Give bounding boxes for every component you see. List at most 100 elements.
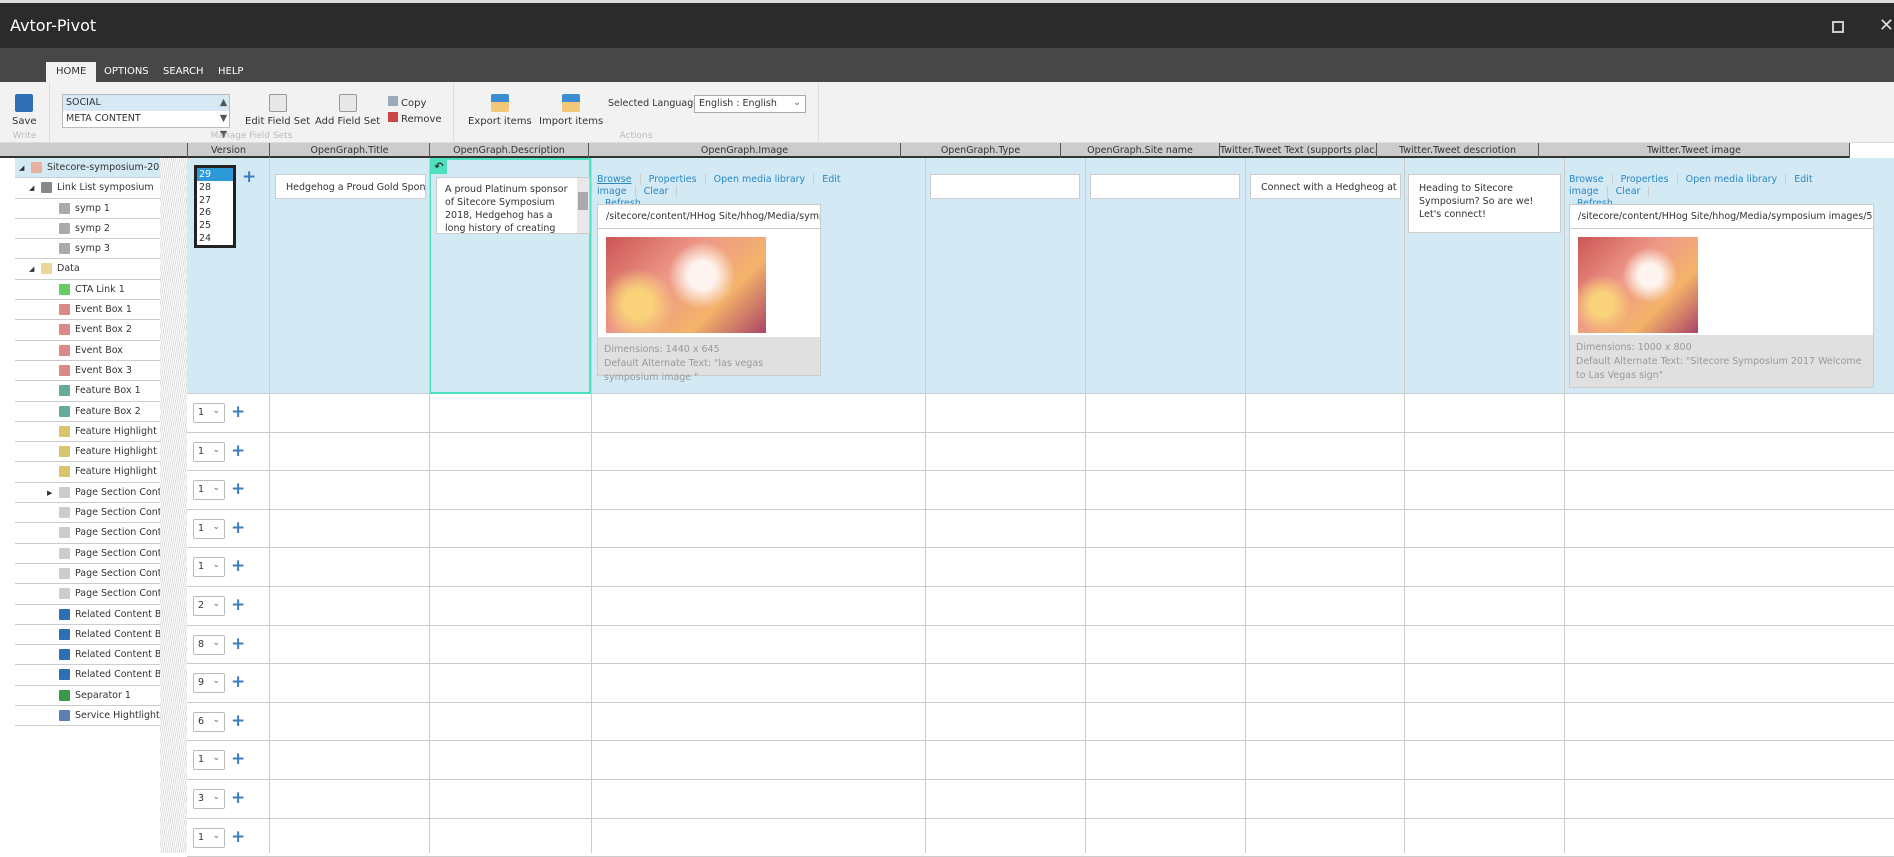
tree-item[interactable]: symp 1 — [15, 198, 160, 219]
version-option[interactable]: 27 — [197, 194, 233, 207]
collapse-arrow-icon[interactable]: ◢ — [29, 178, 34, 197]
field-set-item[interactable]: SOCIAL — [63, 95, 229, 111]
table-row[interactable]: 8 ⌄ + — [187, 626, 1894, 665]
table-row[interactable]: 1 ⌄ + — [187, 819, 1894, 857]
column-header-version[interactable]: Version — [187, 143, 269, 158]
version-option[interactable]: 28 — [197, 181, 233, 194]
table-row[interactable]: 1 ⌄ + — [187, 433, 1894, 472]
og-image-path[interactable]: /sitecore/content/HHog Site/hhog/Media/s… — [598, 205, 820, 229]
expand-arrow-icon[interactable]: ▶ — [47, 483, 52, 502]
tree-item[interactable]: Page Section Container — [15, 563, 160, 585]
version-select[interactable]: 8 ⌄ — [193, 634, 225, 655]
tree-item[interactable]: ▶ Page Section Container — [15, 482, 160, 504]
tree-item[interactable]: symp 2 — [15, 218, 160, 240]
open-media-library-link[interactable]: Open media library — [713, 174, 815, 185]
tree-item[interactable]: Event Box 3 — [15, 360, 160, 382]
tree-item[interactable]: Page Section Container — [15, 523, 160, 544]
edit-field-set-button[interactable]: Edit Field Set — [245, 94, 310, 127]
table-row[interactable]: 1 ⌄ + — [187, 471, 1894, 510]
clear-link[interactable]: Clear — [1615, 186, 1650, 197]
scrollbar[interactable] — [577, 178, 589, 233]
version-select[interactable]: 1 ⌄ — [193, 403, 225, 423]
add-version-icon[interactable]: + — [231, 404, 245, 421]
add-version-icon[interactable]: + — [231, 558, 245, 575]
tree-item[interactable]: Separator 1 — [15, 685, 160, 707]
tree-item[interactable]: ◢ Data — [15, 259, 160, 280]
version-select[interactable]: 9 ⌄ — [193, 673, 225, 694]
tweet-image-thumbnail[interactable] — [1578, 237, 1698, 333]
column-header-og-description[interactable]: OpenGraph.Description — [429, 143, 588, 158]
table-row[interactable]: 9 ⌄ + — [187, 664, 1894, 703]
column-header-tweet-description[interactable]: Twitter.Tweet descriotion — [1376, 143, 1538, 158]
column-header-tweet-text[interactable]: Twitter.Tweet Text (supports plac... — [1219, 143, 1376, 158]
tree-item[interactable]: Feature Highlight Box — [15, 462, 160, 483]
column-header-og-site-name[interactable]: OpenGraph.Site name — [1060, 143, 1219, 158]
copy-button[interactable]: Copy — [388, 96, 426, 109]
table-row[interactable]: 1 ⌄ + — [187, 741, 1894, 780]
collapse-arrow-icon[interactable]: ◢ — [29, 259, 34, 278]
tree-item[interactable]: Feature Highlight Box — [15, 421, 160, 443]
tree-item[interactable]: CTA Link 1 — [15, 279, 160, 301]
og-type-field[interactable] — [930, 174, 1080, 199]
properties-link[interactable]: Properties — [1620, 174, 1678, 185]
undo-icon[interactable]: ↶ — [431, 160, 447, 174]
add-version-icon[interactable]: + — [231, 597, 245, 614]
tree-item[interactable]: Event Box 2 — [15, 320, 160, 341]
tweet-description-field[interactable]: Heading to Sitecore Symposium? So are we… — [1408, 174, 1561, 233]
table-row[interactable]: 1 ⌄ + — [187, 510, 1894, 549]
field-set-item[interactable]: META CONTENT — [63, 111, 229, 127]
version-option[interactable]: 25 — [197, 219, 233, 232]
version-select[interactable]: 1 ⌄ — [193, 480, 225, 501]
add-version-icon[interactable]: + — [231, 790, 245, 807]
og-image-thumbnail[interactable] — [606, 237, 766, 333]
og-site-name-field[interactable] — [1090, 174, 1240, 199]
add-version-icon[interactable]: + — [231, 674, 245, 691]
tree-item[interactable]: Related Content Box — [15, 604, 160, 625]
tree-item[interactable]: Feature Highlight Box — [15, 442, 160, 463]
open-media-library-link[interactable]: Open media library — [1685, 174, 1787, 185]
column-header-og-title[interactable]: OpenGraph.Title — [269, 143, 429, 158]
remove-button[interactable]: Remove — [388, 112, 442, 125]
tree-item[interactable]: Related Content Box — [15, 624, 160, 646]
close-icon[interactable]: ✕ — [1879, 15, 1894, 36]
version-select[interactable]: 2 ⌄ — [193, 596, 225, 616]
table-row-selected[interactable]: 29 28 27 26 25 24 + Hedgehog a Proud Gol… — [187, 158, 1894, 394]
tab-help[interactable]: HELP — [208, 62, 253, 82]
tree-item[interactable]: Page Section Container — [15, 584, 160, 605]
tab-search[interactable]: SEARCH — [153, 62, 213, 82]
og-title-field[interactable]: Hedgehog a Proud Gold Spons — [275, 174, 426, 199]
tree-item[interactable]: Service Hightlight 1 — [15, 706, 160, 727]
language-select[interactable]: English : English ⌄ — [694, 95, 806, 113]
tree-item[interactable]: Event Box — [15, 340, 160, 361]
column-header-og-type[interactable]: OpenGraph.Type — [900, 143, 1060, 158]
tree-item[interactable]: Related Content Box — [15, 665, 160, 686]
clear-link[interactable]: Clear — [643, 186, 678, 197]
field-set-list[interactable]: SOCIAL META CONTENT ▲ ▼ ▼ — [62, 94, 230, 140]
table-row[interactable]: 1 ⌄ + — [187, 394, 1894, 433]
add-version-icon[interactable]: + — [231, 635, 245, 653]
version-select[interactable]: 1 ⌄ — [193, 518, 225, 539]
version-list[interactable]: 29 28 27 26 25 24 — [194, 165, 236, 248]
add-version-icon[interactable]: + — [242, 169, 256, 186]
version-select[interactable]: 1 ⌄ — [193, 441, 225, 462]
properties-link[interactable]: Properties — [648, 174, 706, 185]
add-version-icon[interactable]: + — [231, 481, 245, 498]
browse-link[interactable]: Browse — [597, 174, 641, 185]
tree-item[interactable]: symp 3 — [15, 239, 160, 260]
add-version-icon[interactable]: + — [231, 828, 245, 846]
version-select[interactable]: 3 ⌄ — [193, 789, 225, 809]
og-description-field[interactable]: A proud Platinum sponsor of Sitecore Sym… — [436, 177, 590, 234]
version-select[interactable]: 1 ⌄ — [193, 750, 225, 771]
export-items-button[interactable]: Export items — [468, 94, 532, 127]
tree-item[interactable]: ◢ Sitecore-symposium-2017 — [15, 158, 160, 179]
tree-item[interactable]: Feature Box 2 — [15, 401, 160, 422]
add-version-icon[interactable]: + — [231, 712, 245, 730]
column-header-og-image[interactable]: OpenGraph.Image — [588, 143, 900, 158]
save-button[interactable]: Save — [12, 94, 37, 127]
version-select[interactable]: 1 ⌄ — [193, 827, 225, 848]
tree-item[interactable]: Page Section Container — [15, 503, 160, 524]
add-version-icon[interactable]: + — [231, 519, 245, 537]
restore-icon[interactable] — [1832, 21, 1844, 33]
import-items-button[interactable]: Import items — [539, 94, 603, 127]
tree-item[interactable]: ◢ Link List symposium — [15, 178, 160, 199]
